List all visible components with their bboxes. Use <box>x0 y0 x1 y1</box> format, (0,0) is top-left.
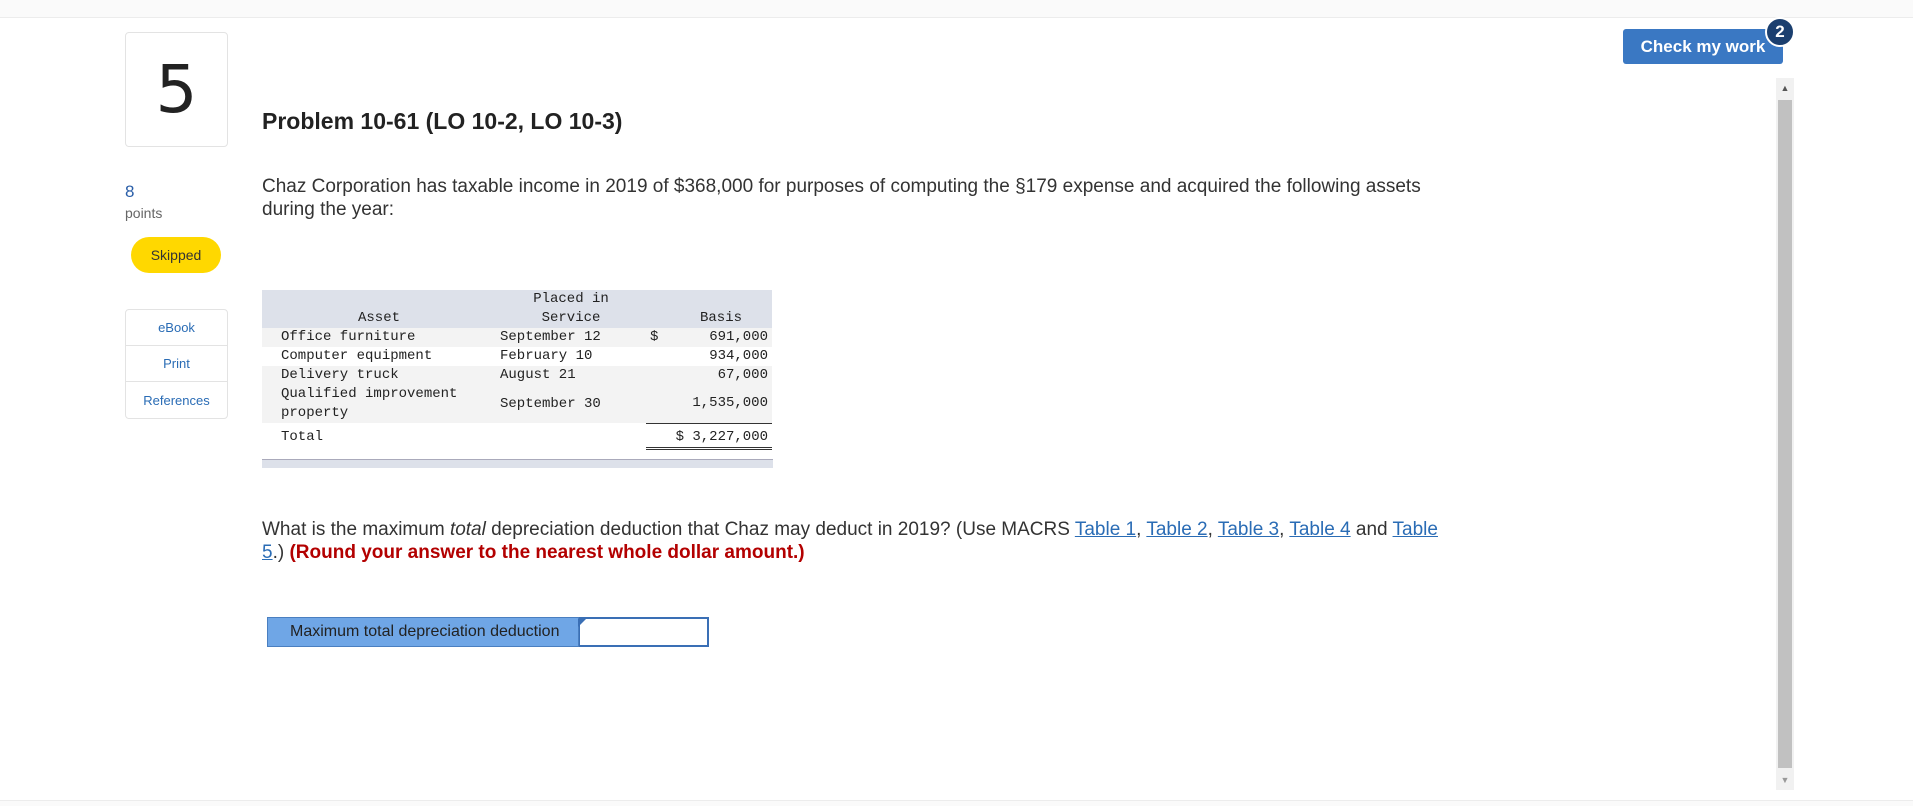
problem-intro: Chaz Corporation has taxable income in 2… <box>262 176 1421 220</box>
attempts-badge: 2 <box>1765 17 1795 47</box>
table-2-link[interactable]: Table 2 <box>1146 519 1207 540</box>
points-value: 8 <box>125 182 135 201</box>
table-3-link[interactable]: Table 3 <box>1218 519 1279 540</box>
top-bar <box>0 0 1913 18</box>
scroll-down-arrow-icon[interactable]: ▼ <box>1776 770 1794 790</box>
scroll-thumb[interactable] <box>1778 100 1792 768</box>
asset-basis: 691,000 <box>670 328 772 347</box>
table-1-link[interactable]: Table 1 <box>1075 519 1136 540</box>
total-value: $ 3,227,000 <box>646 422 772 450</box>
asset-date: August 21 <box>496 366 646 385</box>
header-placed-line2: Service <box>541 310 601 326</box>
problem-title: Problem 10-61 (LO 10-2, LO 10-3) <box>262 108 623 134</box>
total-label: Total <box>281 429 324 445</box>
header-placed-in-service: Placed in Service <box>496 290 646 328</box>
input-flag-icon <box>578 619 586 627</box>
asset-name: Delivery truck <box>262 366 496 385</box>
table-row: Computer equipment February 10 934,000 <box>262 347 772 366</box>
question-number-box: 5 <box>125 32 228 147</box>
answer-label: Maximum total depreciation deduction <box>267 617 579 647</box>
asset-basis: 934,000 <box>709 348 768 364</box>
resource-links: eBook Print References <box>125 309 228 419</box>
header-placed-line1: Placed in <box>533 291 609 307</box>
references-link[interactable]: References <box>126 382 227 418</box>
table-row: Delivery truck August 21 67,000 <box>262 366 772 385</box>
asset-date: February 10 <box>500 348 593 364</box>
rounding-instruction: (Round your answer to the nearest whole … <box>289 542 805 563</box>
asset-dollar-sign: $ <box>646 328 670 347</box>
asset-name: Qualified improvement property <box>262 385 496 423</box>
asset-date: September 12 <box>496 328 646 347</box>
depreciation-answer-input[interactable] <box>579 617 709 647</box>
table-row: Office furniture September 12 $ 691,000 <box>262 328 772 347</box>
asset-date: September 30 <box>496 385 646 423</box>
table-4-link[interactable]: Table 4 <box>1289 519 1350 540</box>
asset-name: Office furniture <box>262 328 496 347</box>
asset-dollar-sign <box>646 347 670 366</box>
emphasis-total: total <box>449 519 486 540</box>
points-label: points <box>125 205 163 221</box>
header-asset: Asset <box>262 290 496 328</box>
table-row: Qualified improvement property September… <box>262 385 772 423</box>
asset-basis: 67,000 <box>670 366 772 385</box>
print-link[interactable]: Print <box>126 346 227 382</box>
ebook-link[interactable]: eBook <box>126 310 227 346</box>
asset-table: Asset Placed in Service Basis Office fur… <box>262 290 772 450</box>
asset-dollar-sign <box>646 366 670 385</box>
table-footer <box>262 459 773 468</box>
scrollbar[interactable]: ▲ ▼ <box>1776 78 1794 790</box>
bottom-bar <box>0 800 1913 806</box>
table-total-row: Total $ 3,227,000 <box>262 422 772 450</box>
status-badge: Skipped <box>131 237 221 273</box>
asset-name: Computer equipment <box>281 348 433 364</box>
answer-row: Maximum total depreciation deduction <box>267 617 709 647</box>
asset-basis: 1,535,000 <box>670 385 772 423</box>
header-dollar <box>646 290 670 328</box>
scroll-up-arrow-icon[interactable]: ▲ <box>1776 78 1794 98</box>
check-my-work-button[interactable]: Check my work <box>1623 29 1783 64</box>
header-basis: Basis <box>670 290 772 328</box>
question-text: What is the maximum total depreciation d… <box>262 519 1438 563</box>
asset-dollar-sign <box>646 385 670 423</box>
question-number: 5 <box>155 50 198 128</box>
table-header-row: Asset Placed in Service Basis <box>262 290 772 328</box>
